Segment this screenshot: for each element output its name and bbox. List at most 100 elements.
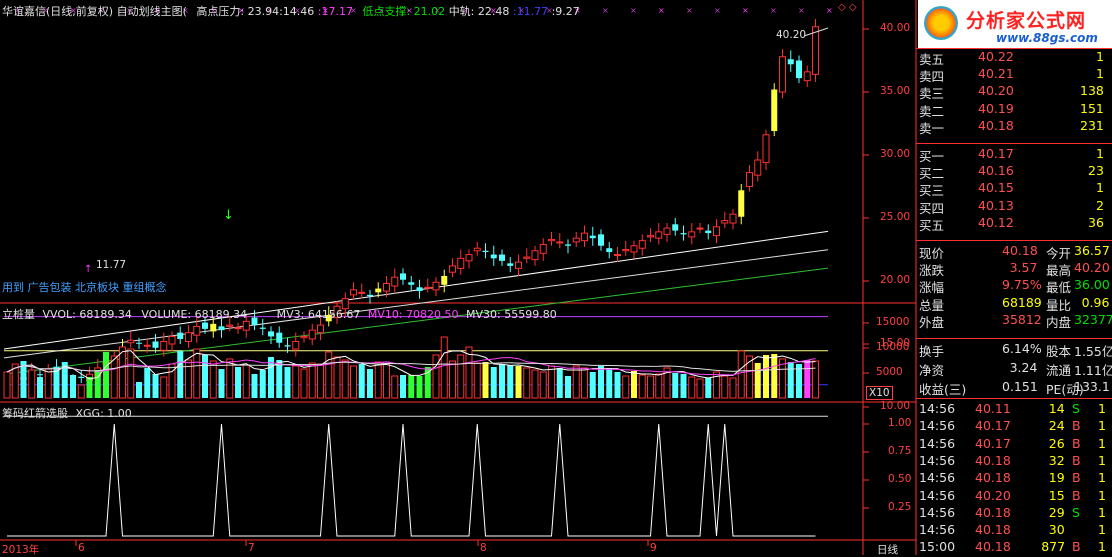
trade-price: 40.18 [975,504,1011,520]
candle-body [457,257,465,269]
stat-label: 收益(三) [919,382,967,397]
volume-bar [136,382,142,398]
quote-value: 9.75% [1002,277,1042,293]
sell-price: 40.22 [978,49,1014,64]
quote-label: 量比 [1046,297,1072,313]
buy-arrow-icon: ↓ [223,208,234,223]
candle-body [292,340,300,350]
trade-price: 40.18 [975,522,1011,538]
top-marker: × [714,6,721,15]
buy-volume: 36 [1088,214,1104,230]
chart-options-icon[interactable]: ◇ ◇ [838,2,857,13]
candle-body [812,26,819,75]
candle-body [78,376,85,379]
sell-level-label: 卖一 [919,120,945,136]
indicator-tick-label: 0.50 [888,473,912,485]
quote-divider [916,338,1112,339]
top-marker: × [602,6,609,15]
quote-value: 3.57 [1009,260,1038,276]
candle-body [787,59,794,65]
volume-bar [672,373,679,398]
candle-body [638,240,646,249]
logo-url: www.88gs.com [996,31,1098,45]
candle-body [531,250,539,261]
sell-volume: 231 [1080,117,1104,133]
candle-body [746,172,753,187]
logo-banner: 分析家公式网 www.88gs.com [918,0,1112,48]
volume-bar [581,367,588,399]
candle-body [152,341,159,348]
concept-tags[interactable]: 用到 广告包装 北京板块 重组概念 [2,279,167,295]
header-value-last: :9.27 [551,5,580,18]
price-tick-label: 40.00 [880,22,911,34]
candle-body [259,327,266,329]
volume-bar [737,350,745,399]
quote-divider [916,240,1112,241]
candle-body [663,227,671,235]
volume-bar [598,366,604,398]
buy-level-label: 买三 [919,183,945,199]
buy-level-label: 买二 [919,166,945,182]
candle-body [276,332,283,343]
sell-level-label: 卖三 [919,86,945,102]
volume-bar [276,360,283,398]
stat-value: 1.55亿 [1074,344,1112,359]
trade-time: 14:56 [919,504,956,520]
quote-value: 35812 [1002,311,1042,327]
top-marker: × [798,6,805,15]
volume-bar [119,346,126,399]
volume-tick-label: 15000 [876,316,910,328]
candle-body [680,233,687,235]
volume-bar [209,360,217,399]
quote-label: 外盘 [919,314,945,330]
volume-bar [103,352,109,398]
candle-body [565,244,571,246]
trade-time: 15:00 [919,539,956,555]
quote-divider [916,143,1112,144]
volume-bar [53,368,60,398]
quote-value: 0.96 [1081,294,1110,310]
volume-bar [383,361,390,399]
volume-unit-button[interactable]: X10 [866,386,893,400]
volume-bar [589,372,596,398]
logo-title: 分析家公式网 [966,10,1087,32]
volume-bar [531,369,539,399]
month-label: 9 [650,542,657,554]
candle-body [317,324,324,334]
volume-bar [374,361,382,399]
volume-bar [556,368,563,398]
volume-bar [367,369,373,398]
top-marker: × [630,6,637,15]
sell-price: 40.19 [978,100,1014,116]
price-tick-label: 35.00 [880,85,911,97]
sell-level-label: 卖五 [919,52,945,67]
trade-time: 14:56 [919,522,956,538]
trade-time: 14:56 [919,452,956,468]
price-tick-label: 25.00 [880,211,911,223]
candle-body [234,327,242,330]
header-value-1: :14.46 [279,5,315,18]
candle-body [796,60,802,79]
volume-bar [572,365,580,399]
volume-tick-label: 5000 [876,366,903,378]
volume-bar [655,373,663,399]
trade-volume: 15 [1048,487,1065,503]
volume-bar [622,375,630,399]
sell-volume: 1 [1096,66,1104,82]
price-tick-label: 30.00 [880,148,911,160]
volume-bar [300,368,308,399]
trade-time: 14:56 [919,418,956,434]
volume-title: 立桩量 [2,308,35,321]
quote-value: 40.18 [1002,243,1038,258]
candle-body [350,289,357,296]
quote-value: 40.20 [1074,260,1110,276]
candle-body [729,213,737,224]
candle-body [572,237,580,243]
candle-body [539,243,547,254]
sell-volume: 151 [1080,100,1104,116]
volume-bar [70,375,76,398]
low-support-label: 低点支撑: 21.02 [362,5,446,18]
volume-bar [193,348,201,399]
buy-price: 40.13 [978,197,1014,213]
candle-body [168,335,176,345]
